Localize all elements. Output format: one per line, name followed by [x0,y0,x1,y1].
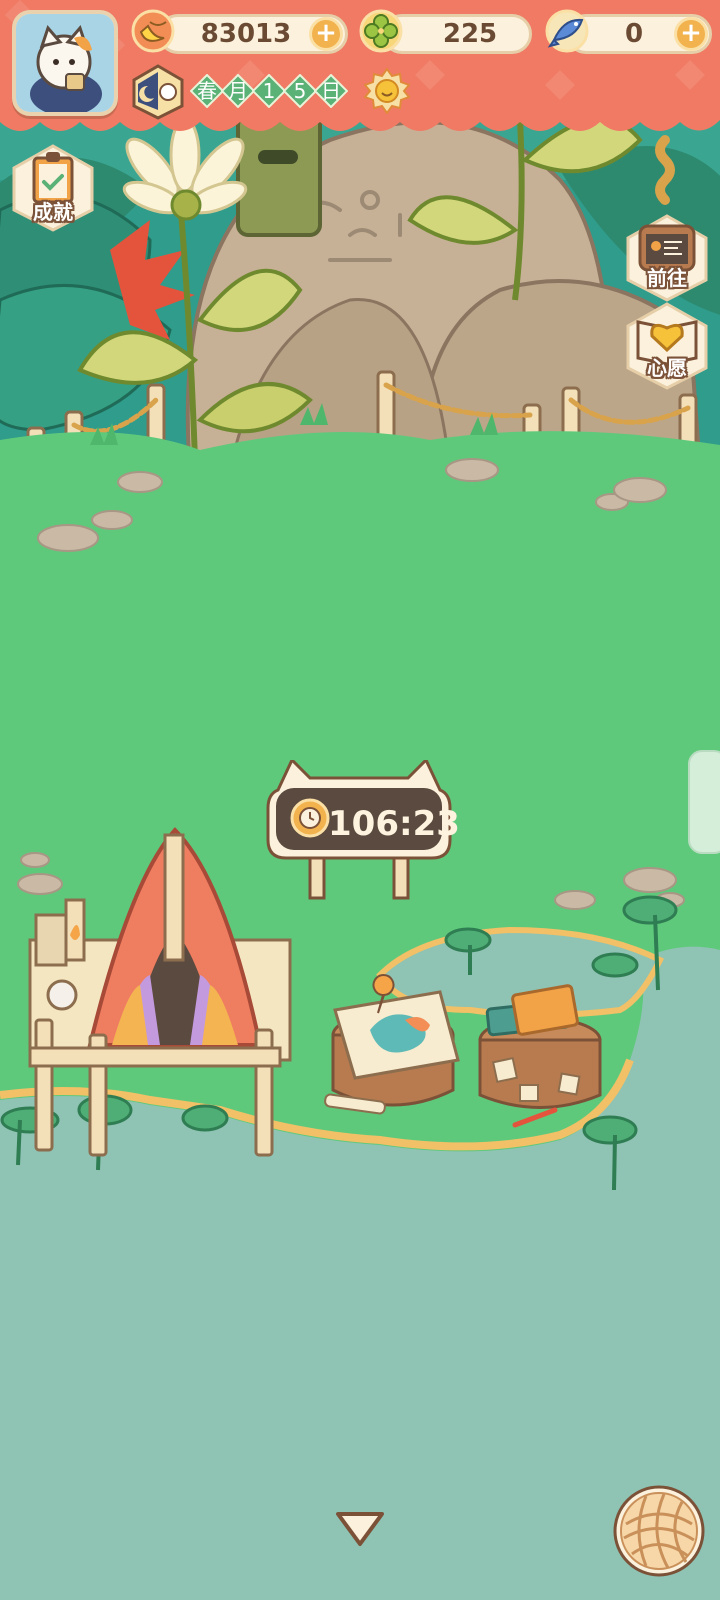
wish-button[interactable]: 心愿 [624,300,710,390]
wish-label: 心愿 [647,356,687,380]
go-to-label: 前往 [647,266,687,290]
achievements-label: 成就 [33,200,73,224]
date-season: 春 [197,79,217,103]
game-screen: 83013 + 225 0 + 春 月 1 5 日 成就 前往 心愿 106:2… [0,0,720,1600]
date-day: 日 [321,79,341,103]
date-day-digit-1: 1 [262,79,276,103]
cat-avatar-icon [16,14,114,112]
clover-count: 225 [442,19,498,49]
achievements-button[interactable]: 成就 [10,142,96,232]
date-day-digit-2: 5 [293,79,307,103]
add-fish-button[interactable]: + [674,17,708,51]
date-month: 月 [228,79,248,103]
chevron-down-icon[interactable] [334,1510,386,1550]
countdown-time: 106:23 [328,804,460,844]
fish-icon [545,9,589,53]
fish-count: 0 [624,19,644,49]
sun-icon[interactable] [364,68,410,114]
side-drawer-tab[interactable] [688,750,720,854]
add-bananas-button[interactable]: + [309,17,343,51]
player-avatar-button[interactable] [12,10,118,116]
banana-icon [131,9,175,53]
countdown-sign[interactable]: 106:23 [266,757,460,910]
clover-icon [359,9,403,53]
go-to-button[interactable]: 前往 [624,212,710,302]
clover-counter: 225 [382,14,532,54]
banana-count: 83013 [200,19,292,49]
moon-clock-icon[interactable] [130,64,186,120]
yarn-ball-icon[interactable] [612,1484,706,1578]
